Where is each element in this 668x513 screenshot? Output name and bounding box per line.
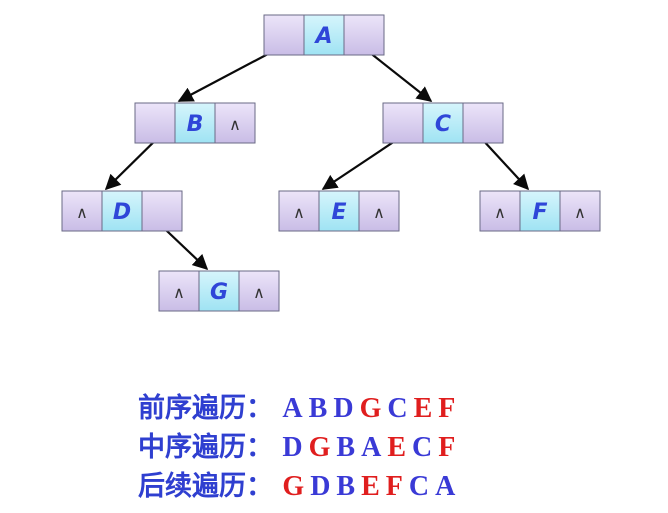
postorder-traversal-row: 后续遍历： GDBEFCA [138, 464, 461, 503]
null-pointer-mark: ∧ [173, 283, 185, 302]
node-letter: D [113, 200, 131, 225]
sequence-letter: D [310, 471, 331, 502]
sequence-letter: C [408, 471, 430, 502]
tree-node-d: D∧ [61, 190, 183, 232]
preorder-label: 前序遍历： [138, 393, 273, 424]
preorder-sequence: ABDGCEF [282, 393, 461, 424]
sequence-letter: F [438, 393, 456, 424]
sequence-letter: G [282, 471, 305, 502]
tree-node-a: A [263, 14, 385, 56]
tree-node-c: C [382, 102, 504, 144]
right-pointer-cell [343, 14, 385, 56]
inorder-label: 中序遍历： [138, 432, 273, 463]
null-pointer-mark: ∧ [229, 115, 241, 134]
null-pointer-mark: ∧ [253, 283, 265, 302]
sequence-letter: F [385, 471, 403, 502]
sequence-letter: G [308, 432, 331, 463]
null-pointer-mark: ∧ [574, 203, 586, 222]
left-pointer-cell [263, 14, 305, 56]
inorder-sequence: DGBAECF [282, 432, 461, 463]
right-pointer-cell [462, 102, 504, 144]
sequence-letter: C [412, 432, 433, 463]
sequence-letter: E [361, 471, 380, 502]
sequence-letter: B [336, 471, 356, 502]
node-letter: C [435, 112, 451, 137]
inorder-traversal-row: 中序遍历： DGBAECF [138, 425, 461, 464]
sequence-letter: E [387, 432, 407, 463]
sequence-letter: D [282, 432, 303, 463]
tree-node-f: F ∧ ∧ [479, 190, 601, 232]
null-pointer-mark: ∧ [76, 203, 88, 222]
sequence-letter: C [387, 393, 408, 424]
left-pointer-cell [134, 102, 176, 144]
null-pointer-mark: ∧ [494, 203, 506, 222]
edges-layer [104, 36, 530, 271]
tree-node-e: E ∧ ∧ [278, 190, 400, 232]
node-letter: B [187, 112, 204, 137]
left-pointer-cell [382, 102, 424, 144]
node-letter: G [210, 280, 228, 305]
sequence-letter: F [438, 432, 456, 463]
tree-node-g: G ∧ ∧ [158, 270, 280, 312]
node-letter: E [331, 200, 346, 225]
sequence-letter: B [336, 432, 356, 463]
postorder-sequence: GDBEFCA [282, 471, 461, 502]
sequence-letter: E [413, 393, 433, 424]
null-pointer-mark: ∧ [373, 203, 385, 222]
sequence-letter: A [282, 393, 303, 424]
node-letter: F [532, 200, 547, 225]
sequence-letter: G [359, 393, 382, 424]
right-pointer-cell [141, 190, 183, 232]
nodes-layer: AB ∧ CD∧ E∧ ∧ F∧ ∧G∧ ∧ [61, 14, 601, 312]
null-pointer-mark: ∧ [293, 203, 305, 222]
preorder-traversal-row: 前序遍历： ABDGCEF [138, 386, 461, 425]
tree-node-b: B ∧ [134, 102, 256, 144]
sequence-letter: A [361, 432, 382, 463]
sequence-letter: B [308, 393, 328, 424]
node-letter: A [313, 24, 332, 49]
sequence-letter: A [435, 471, 456, 502]
sequence-letter: D [333, 393, 354, 424]
postorder-label: 后续遍历： [138, 471, 273, 502]
